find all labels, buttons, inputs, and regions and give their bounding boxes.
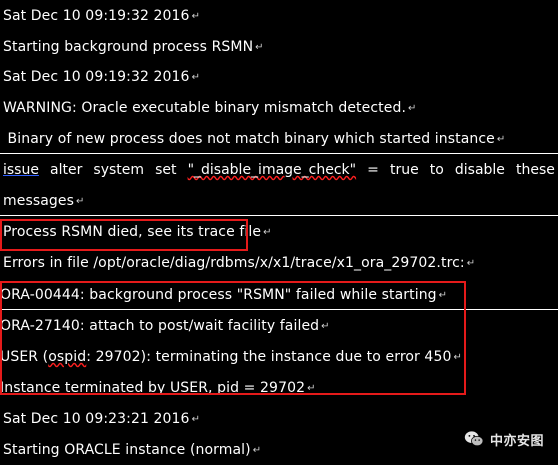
- highlight-box-process-died: [0, 219, 248, 251]
- log-text: Sat Dec 10 09:23:21 2016: [3, 411, 190, 427]
- log-line: issue alter system set "_disable_image_c…: [3, 160, 555, 180]
- return-mark-icon: ↵: [408, 103, 417, 114]
- log-word: "_disable_image_check": [187, 162, 357, 178]
- return-mark-icon: ↵: [255, 42, 264, 53]
- log-word: disable: [454, 162, 505, 178]
- log-word: system: [93, 162, 145, 178]
- return-mark-icon: ↵: [263, 227, 272, 238]
- log-word: issue: [3, 162, 39, 178]
- log-line: Binary of new process does not match bin…: [3, 129, 506, 149]
- log-line: Starting ORACLE instance (normal) ↵: [3, 440, 261, 460]
- log-word: these: [515, 162, 555, 178]
- log-word: set: [155, 162, 177, 178]
- log-line: messages ↵: [3, 191, 85, 211]
- watermark-text: 中亦安图: [489, 433, 544, 449]
- alert-log-view: Sat Dec 10 09:19:32 2016 ↵ Starting backg…: [0, 0, 558, 465]
- log-line: Sat Dec 10 09:23:21 2016 ↵: [3, 409, 200, 429]
- divider: [0, 153, 558, 154]
- log-text: Sat Dec 10 09:19:32 2016: [3, 8, 190, 24]
- divider: [0, 215, 558, 216]
- log-text: Starting background process RSMN: [3, 39, 254, 55]
- return-mark-icon: ↵: [191, 72, 201, 83]
- highlight-box-ora-errors: [0, 281, 466, 395]
- return-mark-icon: ↵: [76, 196, 85, 207]
- log-text: WARNING: Oracle executable binary mismat…: [3, 100, 406, 116]
- log-text: Starting ORACLE instance (normal): [3, 442, 251, 458]
- log-line: WARNING: Oracle executable binary mismat…: [3, 98, 416, 118]
- watermark: 中亦安图: [463, 428, 544, 450]
- log-line: Sat Dec 10 09:19:32 2016 ↵: [3, 67, 200, 87]
- log-word: alter: [50, 162, 83, 178]
- return-mark-icon: ↵: [496, 134, 506, 145]
- return-mark-icon: ↵: [252, 445, 262, 456]
- log-word: true: [389, 162, 419, 178]
- log-word: to: [429, 162, 444, 178]
- log-line: Errors in file /opt/oracle/diag/rdbms/x/…: [3, 253, 475, 273]
- log-text: Errors in file /opt/oracle/diag/rdbms/x/…: [3, 255, 465, 271]
- return-mark-icon: ↵: [191, 11, 201, 22]
- wechat-icon: [464, 431, 484, 447]
- log-text: Sat Dec 10 09:19:32 2016: [3, 69, 190, 85]
- return-mark-icon: ↵: [191, 414, 201, 425]
- log-word: =: [367, 162, 379, 178]
- log-text: messages: [3, 193, 75, 209]
- return-mark-icon: ↵: [466, 258, 476, 269]
- log-line: Sat Dec 10 09:19:32 2016 ↵: [3, 6, 200, 26]
- log-text: Binary of new process does not match bin…: [3, 131, 495, 147]
- log-line: Starting background process RSMN ↵: [3, 37, 264, 57]
